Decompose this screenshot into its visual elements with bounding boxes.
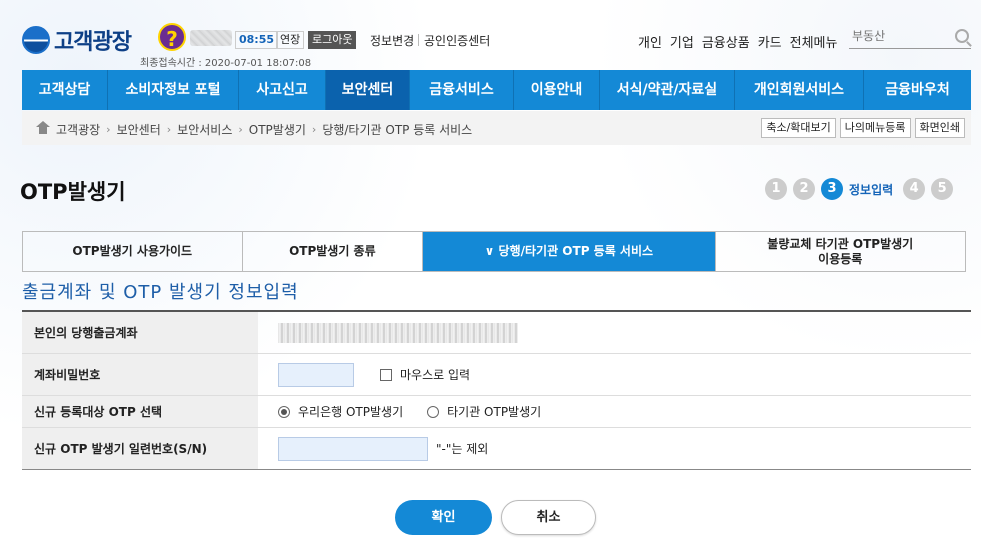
tab-otp-guide[interactable]: OTP발생기 사용가이드	[23, 232, 243, 271]
radio-other-otp[interactable]	[427, 405, 440, 418]
tab-label-line: 불량교체 타기관 OTP발생기	[767, 236, 914, 251]
tab-otp-replace[interactable]: 불량교체 타기관 OTP발생기 이용등록	[716, 232, 965, 271]
breadcrumb-item[interactable]: 고객광장	[56, 121, 100, 138]
question-mark-icon[interactable]: ?	[158, 23, 186, 51]
sub-tabs: OTP발생기 사용가이드 OTP발생기 종류 ∨ 당행/타기관 OTP 등록 서…	[22, 231, 966, 272]
last-login-time: 최종접속시간 : 2020-07-01 18:07:08	[140, 58, 312, 69]
step-5: 5	[931, 178, 954, 200]
form-row-otp-select: 신규 등록대상 OTP 선택 우리은행 OTP발생기 타기관 OTP발생기	[22, 396, 971, 428]
nav-item-consumer-portal[interactable]: 소비자정보 포털	[108, 70, 239, 110]
tab-otp-register[interactable]: ∨ 당행/타기관 OTP 등록 서비스	[423, 232, 716, 271]
nav-item-security-center[interactable]: 보안센터	[326, 70, 410, 110]
zoom-button[interactable]: 축소/확대보기	[761, 118, 836, 138]
section-title: 출금계좌 및 OTP 발생기 정보입력	[22, 282, 299, 303]
mouse-input-checkbox[interactable]	[380, 368, 392, 381]
other-otp-label[interactable]: 타기관 OTP발생기	[447, 403, 541, 420]
search-box	[849, 27, 971, 49]
form-row-password: 계좌비밀번호 마우스로 입력	[22, 354, 971, 396]
nav-item-guide[interactable]: 이용안내	[514, 70, 600, 110]
extend-button[interactable]: 연장	[276, 31, 305, 49]
chevron-right-icon: ›	[238, 123, 243, 136]
top-menu-personal[interactable]: 개인	[638, 32, 662, 51]
step-1: 1	[765, 178, 787, 200]
account-label: 본인의 당행출금계좌	[22, 312, 258, 353]
form-row-account: 본인의 당행출금계좌	[22, 312, 971, 354]
header: 고객광장 ? 08:55 연장 로그아웃 정보변경 공인인증센터 최종접속시간 …	[0, 0, 981, 70]
chevron-right-icon: ›	[106, 123, 111, 136]
chevron-right-icon: ›	[166, 123, 172, 136]
form-row-serial: 신규 OTP 발생기 일련번호(S/N) "-"는 제외	[22, 428, 971, 470]
page-title: OTP발생기	[20, 180, 126, 204]
step-indicator: 1 2 3 정보입력 4 5	[765, 178, 954, 200]
otp-select-value: 우리은행 OTP발생기 타기관 OTP발생기	[258, 396, 971, 427]
nav-item-member-service[interactable]: 개인회원서비스	[735, 70, 864, 110]
otp-select-label: 신규 등록대상 OTP 선택	[22, 396, 258, 427]
active-step-label: 정보입력	[849, 182, 894, 197]
password-label: 계좌비밀번호	[22, 354, 258, 395]
cert-center-link[interactable]: 공인인증센터	[424, 32, 490, 49]
top-menu: 개인 기업 금융상품 카드 전체메뉴	[638, 32, 837, 51]
chevron-right-icon: ›	[311, 123, 317, 136]
mouse-input-label[interactable]: 마우스로 입력	[400, 366, 470, 383]
password-input[interactable]	[278, 362, 354, 387]
breadcrumb-bar: 고객광장 › 보안센터 › 보안서비스 › OTP발생기 › 당행/타기관 OT…	[22, 111, 971, 145]
divider	[418, 34, 419, 46]
step-2: 2	[793, 178, 815, 200]
main-nav: 고객상담 소비자정보 포털 사고신고 보안센터 금융서비스 이용안내 서식/약관…	[22, 70, 971, 110]
breadcrumb-item[interactable]: 보안서비스	[177, 121, 232, 138]
top-menu-card[interactable]: 카드	[758, 32, 782, 51]
breadcrumb-item-current: 당행/타기관 OTP 등록 서비스	[322, 123, 473, 137]
info-change-link[interactable]: 정보변경	[370, 32, 414, 49]
user-name-redacted	[190, 30, 232, 46]
account-value	[258, 312, 971, 353]
breadcrumb-item[interactable]: OTP발생기	[249, 121, 306, 138]
logo[interactable]: 고객광장	[22, 24, 132, 56]
nav-item-voucher[interactable]: 금융바우처	[864, 70, 971, 110]
serial-value: "-"는 제외	[258, 428, 971, 469]
breadcrumb: 고객광장 › 보안센터 › 보안서비스 › OTP발생기 › 당행/타기관 OT…	[36, 121, 472, 138]
radio-woori-otp[interactable]	[278, 405, 290, 418]
step-3-active: 3	[821, 178, 843, 200]
top-menu-business[interactable]: 기업	[670, 32, 694, 51]
woori-otp-label[interactable]: 우리은행 OTP발생기	[298, 403, 403, 420]
top-menu-products[interactable]: 금융상품	[702, 32, 750, 51]
logo-text: 고객광장	[54, 30, 132, 55]
home-icon[interactable]	[36, 121, 50, 135]
logout-button[interactable]: 로그아웃	[308, 31, 357, 49]
serial-input[interactable]	[278, 436, 428, 461]
search-input[interactable]	[849, 27, 949, 45]
serial-note: "-"는 제외	[436, 442, 489, 456]
session-timer: 08:55	[235, 31, 279, 49]
tab-otp-types[interactable]: OTP발생기 종류	[243, 232, 424, 271]
confirm-button[interactable]: 확인	[395, 500, 492, 535]
serial-label: 신규 OTP 발생기 일련번호(S/N)	[22, 428, 258, 469]
breadcrumb-item[interactable]: 보안센터	[117, 121, 161, 138]
nav-item-counsel[interactable]: 고객상담	[22, 70, 108, 110]
top-menu-all[interactable]: 전체메뉴	[790, 32, 838, 51]
utility-buttons: 축소/확대보기 나의메뉴등록 화면인쇄	[761, 118, 965, 138]
nav-item-accident-report[interactable]: 사고신고	[239, 70, 326, 110]
password-value: 마우스로 입력	[258, 354, 971, 395]
nav-item-forms[interactable]: 서식/약관/자료실	[600, 70, 735, 110]
logo-mark-icon	[22, 26, 50, 54]
my-menu-button[interactable]: 나의메뉴등록	[839, 118, 911, 138]
account-number-redacted	[278, 322, 518, 343]
cancel-button[interactable]: 취소	[501, 500, 596, 535]
step-4: 4	[903, 178, 926, 200]
print-button[interactable]: 화면인쇄	[914, 118, 965, 138]
info-form: 본인의 당행출금계좌 계좌비밀번호 마우스로 입력 신규 등록대상 OTP 선택…	[22, 310, 971, 470]
tab-label-line: 이용등록	[818, 251, 863, 266]
search-icon[interactable]	[955, 29, 969, 43]
nav-item-financial-service[interactable]: 금융서비스	[410, 70, 514, 110]
